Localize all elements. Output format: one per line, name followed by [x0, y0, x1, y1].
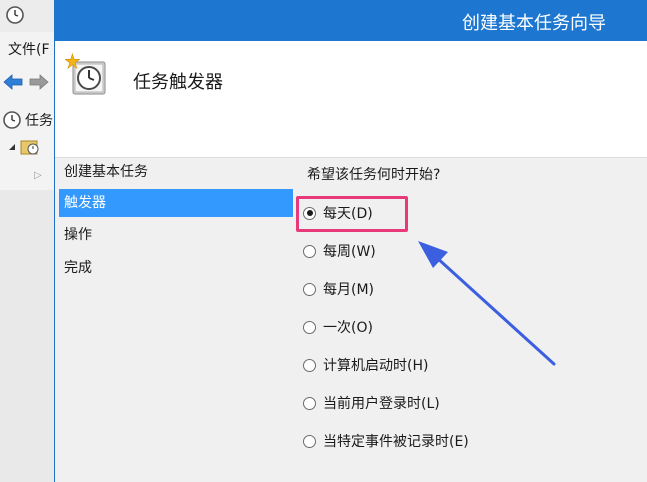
nav-step-finish[interactable]: 完成: [59, 254, 293, 282]
radio-label-monthly: 每月(M): [323, 282, 375, 298]
radio-label-weekly: 每周(W): [323, 244, 376, 260]
radio-label-once: 一次(O): [323, 320, 373, 336]
radio-button-event[interactable]: [303, 434, 316, 448]
nav-step-action[interactable]: 操作: [59, 221, 293, 249]
nav-step-create-task[interactable]: 创建基本任务: [59, 158, 293, 186]
radio-button-once[interactable]: [303, 320, 316, 334]
forward-arrow-icon[interactable]: [28, 72, 50, 92]
trigger-question: 希望该任务何时开始?: [307, 167, 441, 183]
tree-child-item[interactable]: [8, 138, 40, 156]
radio-option-logon[interactable]: 当前用户登录时(L): [303, 391, 440, 415]
clock-icon: [3, 111, 21, 129]
tree-root-item[interactable]: 任务: [2, 110, 53, 130]
background-nav: [2, 72, 50, 92]
back-arrow-icon[interactable]: [2, 72, 24, 92]
radio-option-monthly[interactable]: 每月(M): [303, 277, 374, 301]
tree-root-label: 任务: [25, 113, 53, 129]
radio-button-daily[interactable]: [303, 206, 316, 220]
radio-option-weekly[interactable]: 每周(W): [303, 239, 376, 263]
background-titlebar: [0, 0, 60, 32]
trigger-content-panel: 希望该任务何时开始? 每天(D) 每周(W) 每月(M) 一次(O) 计算机启动…: [295, 158, 647, 482]
dialog-titlebar[interactable]: 创建基本任务向导: [55, 0, 647, 41]
menu-file[interactable]: 文件(F: [8, 39, 50, 59]
radio-label-logon: 当前用户登录时(L): [323, 396, 440, 412]
radio-option-once[interactable]: 一次(O): [303, 315, 373, 339]
radio-option-startup[interactable]: 计算机启动时(H): [303, 353, 428, 377]
radio-label-daily: 每天(D): [323, 206, 373, 222]
create-basic-task-wizard: 创建基本任务向导 任务触发器 创建基本任务 触发器 操作 完成 希望该任务何时开…: [54, 0, 647, 482]
radio-button-startup[interactable]: [303, 358, 316, 372]
radio-label-startup: 计算机启动时(H): [323, 358, 429, 374]
header-title: 任务触发器: [133, 72, 223, 93]
radio-option-daily[interactable]: 每天(D): [303, 201, 373, 225]
collapsed-triangle-icon[interactable]: ▷: [34, 170, 42, 181]
dialog-header: 任务触发器: [55, 41, 647, 158]
radio-button-weekly[interactable]: [303, 244, 316, 258]
radio-option-event[interactable]: 当特定事件被记录时(E): [303, 429, 469, 453]
dialog-title: 创建基本任务向导: [462, 13, 606, 34]
background-window: 文件(F 任务 ▷: [0, 0, 60, 482]
wizard-steps-nav: 创建基本任务 触发器 操作 完成: [55, 158, 295, 482]
scheduled-task-clock-icon: [65, 53, 106, 95]
expand-triangle-icon[interactable]: [8, 143, 16, 151]
background-panel: [0, 190, 54, 482]
folder-clock-icon: [20, 140, 39, 155]
radio-button-logon[interactable]: [303, 396, 316, 410]
clock-icon: [6, 6, 24, 24]
radio-label-event: 当特定事件被记录时(E): [323, 434, 469, 450]
radio-button-monthly[interactable]: [303, 282, 316, 296]
nav-step-trigger[interactable]: 触发器: [59, 189, 293, 217]
